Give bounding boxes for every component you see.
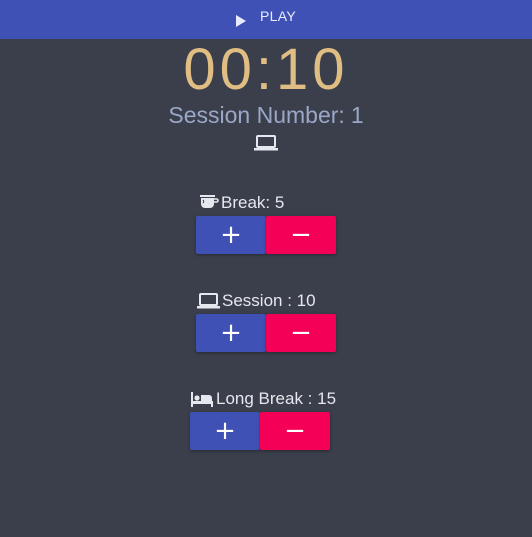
break-decrement-button[interactable]: −	[266, 216, 336, 254]
break-label: Break: 5	[221, 193, 285, 212]
coffee-cup-icon	[200, 195, 219, 208]
break-label-row: Break: 5	[199, 193, 284, 213]
laptop-icon	[254, 135, 278, 151]
bed-icon	[191, 392, 213, 407]
play-icon	[236, 14, 247, 27]
session-increment-button[interactable]: +	[196, 314, 266, 352]
break-increment-button[interactable]: +	[196, 216, 266, 254]
session-number-label: Session Number:	[168, 102, 345, 128]
play-label: PLAY	[260, 7, 296, 24]
long-break-decrement-button[interactable]: −	[260, 412, 330, 450]
session-label-row: Session : 10	[197, 291, 316, 311]
long-break-label-row: Long Break : 15	[190, 389, 336, 409]
long-break-increment-button[interactable]: +	[190, 412, 260, 450]
timer-display: 00:10	[183, 37, 349, 102]
session-decrement-button[interactable]: −	[266, 314, 336, 352]
session-label: Session : 10	[222, 291, 316, 310]
long-break-label: Long Break : 15	[216, 389, 337, 408]
laptop-icon	[197, 293, 220, 309]
session-number-value: 1	[350, 102, 364, 128]
session-number: Session Number: 1	[0, 100, 532, 130]
